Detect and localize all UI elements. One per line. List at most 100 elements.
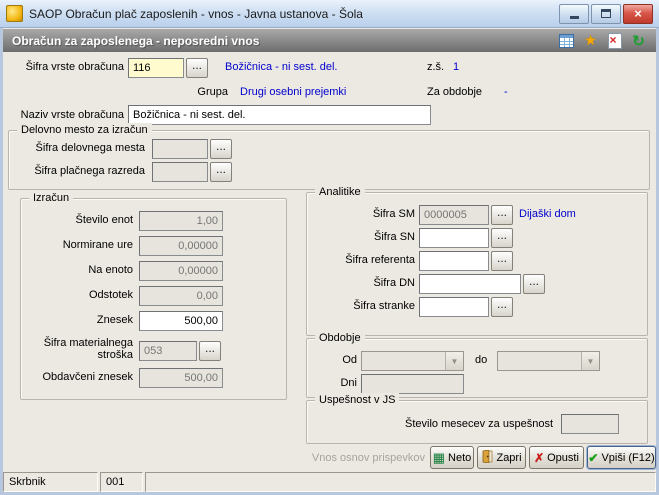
- window-frame-left: [0, 28, 3, 495]
- za-obdobje-value: -: [504, 86, 508, 98]
- statusbar-code: 001: [100, 472, 143, 492]
- izracun-group-title: Izračun: [29, 191, 74, 205]
- zapri-button[interactable]: Zapri: [477, 446, 526, 469]
- sifra-delovnega-mesta-input: [152, 139, 208, 159]
- sifra-stranke-label: Šifra stranke: [353, 300, 415, 312]
- uspesnost-groupbox: Uspešnost v JS Število mesecev za uspešn…: [306, 393, 648, 444]
- sifra-stranke-lookup-button[interactable]: ...: [491, 297, 513, 317]
- sifra-referenta-input[interactable]: [419, 251, 489, 271]
- delete-record-icon[interactable]: ×: [606, 32, 623, 49]
- sifra-materialnega-stroska-input: [139, 341, 197, 361]
- odstotek-label: Odstotek: [88, 289, 133, 301]
- window-title: SAOP Obračun plač zaposlenih - vnos - Ja…: [29, 6, 363, 21]
- sifra-materialnega-stroska-lookup-button[interactable]: ...: [199, 341, 221, 361]
- refresh-icon[interactable]: ↻: [630, 32, 647, 50]
- table-icon[interactable]: [558, 32, 575, 49]
- sifra-vrste-obracuna-input[interactable]: [128, 58, 184, 78]
- grupa-value: Drugi osebni prejemki: [240, 86, 347, 98]
- sifra-dn-label: Šifra DN: [373, 277, 415, 289]
- sifra-sm-label: Šifra SM: [372, 208, 415, 220]
- neto-grid-icon: ▦: [432, 450, 446, 465]
- znesek-label: Znesek: [96, 314, 133, 326]
- statusbar-user: Skrbnik: [3, 472, 98, 492]
- app-icon: [6, 5, 23, 22]
- odstotek-input: [139, 286, 223, 306]
- analitike-group-title: Analitike: [315, 185, 365, 199]
- sifra-sn-label: Šifra SN: [374, 231, 415, 243]
- zaporedna-stevilka-value: 1: [453, 61, 460, 73]
- window-controls: ×: [559, 3, 653, 24]
- stevilo-enot-label: Število enot: [75, 214, 133, 226]
- sifra-sm-description: Dijaški dom: [519, 208, 576, 220]
- na-enoto-input: [139, 261, 223, 281]
- form-title: Obračun za zaposlenega - neposredni vnos: [12, 33, 260, 48]
- obdavceni-znesek-label: Obdavčeni znesek: [42, 371, 134, 383]
- vpisi-button[interactable]: ✔ Vpiši (F12): [587, 446, 656, 469]
- obdobje-do-label: do: [475, 354, 488, 366]
- dropdown-arrow-icon: ▼: [445, 352, 463, 370]
- analitike-groupbox: Analitike Šifra SM ... Dijaški dom Šifra…: [306, 185, 648, 336]
- vnos-osnov-prispevkov-link: Vnos osnov prispevkov: [311, 452, 425, 464]
- obdobje-od-label: Od: [342, 354, 357, 366]
- sifra-dn-input[interactable]: [419, 274, 521, 294]
- sifra-sm-lookup-button[interactable]: ...: [491, 205, 513, 225]
- maximize-button[interactable]: [591, 3, 621, 24]
- delovno-mesto-groupbox: Delovno mesto za izračun Šifra delovnega…: [8, 123, 650, 190]
- cancel-x-icon: ✗: [534, 450, 545, 465]
- izracun-groupbox: Izračun Število enot Normirane ure Na en…: [20, 191, 287, 400]
- sifra-delovnega-mesta-lookup-button[interactable]: ...: [210, 139, 232, 159]
- zaporedna-stevilka-label: z.š.: [427, 61, 445, 73]
- sifra-dn-lookup-button[interactable]: ...: [523, 274, 545, 294]
- sifra-delovnega-mesta-label: Šifra delovnega mesta: [35, 142, 145, 154]
- neto-button[interactable]: ▦ Neto: [430, 446, 474, 469]
- title-bar: SAOP Obračun plač zaposlenih - vnos - Ja…: [0, 0, 659, 28]
- maximize-icon: [601, 9, 611, 18]
- sifra-stranke-input[interactable]: [419, 297, 489, 317]
- uspesnost-group-title: Uspešnost v JS: [315, 393, 400, 407]
- za-obdobje-label: Za obdobje: [427, 86, 483, 98]
- obdobje-group-title: Obdobje: [315, 331, 365, 345]
- sifra-placnega-razreda-lookup-button[interactable]: ...: [210, 162, 232, 182]
- header-toolbar: ★ × ↻: [558, 32, 647, 50]
- naziv-vrste-obracuna-input[interactable]: [128, 105, 431, 125]
- opusti-button[interactable]: ✗ Opusti: [529, 446, 584, 469]
- close-icon: ×: [634, 6, 642, 21]
- favorites-star-icon[interactable]: ★: [582, 32, 599, 49]
- stevilo-enot-input: [139, 211, 223, 231]
- sifra-placnega-razreda-input: [152, 162, 208, 182]
- sifra-vrste-lookup-button[interactable]: ...: [186, 58, 208, 78]
- stevilo-mesecev-input: [561, 414, 619, 434]
- sifra-referenta-label: Šifra referenta: [345, 254, 415, 266]
- sifra-sm-input: [419, 205, 489, 225]
- grupa-label: Grupa: [197, 86, 228, 98]
- sifra-materialnega-stroska-label: Šifra materialnega stroška: [43, 337, 133, 361]
- stevilo-mesecev-label: Število mesecev za uspešnost: [405, 418, 553, 430]
- minimize-icon: [569, 16, 579, 19]
- sifra-vrste-obracuna-label: Šifra vrste obračuna: [25, 61, 124, 73]
- na-enoto-label: Na enoto: [88, 264, 133, 276]
- znesek-input[interactable]: [139, 311, 223, 331]
- normirane-ure-input: [139, 236, 223, 256]
- delovno-mesto-group-title: Delovno mesto za izračun: [17, 123, 152, 137]
- obdobje-dni-input: [361, 374, 464, 394]
- obdobje-dni-label: Dni: [340, 377, 357, 389]
- normirane-ure-label: Normirane ure: [62, 239, 133, 251]
- sifra-referenta-lookup-button[interactable]: ...: [491, 251, 513, 271]
- obdobje-do-select: ▼: [497, 351, 600, 371]
- obdobje-od-select: ▼: [361, 351, 464, 371]
- naziv-vrste-obracuna-label: Naziv vrste obračuna: [20, 109, 124, 121]
- sifra-placnega-razreda-label: Šifra plačnega razreda: [34, 165, 145, 177]
- obdobje-groupbox: Obdobje Od ▼ do ▼ Dni: [306, 331, 648, 398]
- sifra-sn-lookup-button[interactable]: ...: [491, 228, 513, 248]
- sifra-vrste-description: Božičnica - ni sest. del.: [225, 61, 338, 73]
- obdavceni-znesek-input: [139, 368, 223, 388]
- statusbar-empty: [145, 472, 656, 492]
- check-icon: ✔: [588, 450, 599, 465]
- close-button[interactable]: ×: [623, 3, 653, 24]
- form-header: Obračun za zaposlenega - neposredni vnos…: [3, 29, 656, 52]
- app-window: SAOP Obračun plač zaposlenih - vnos - Ja…: [0, 0, 659, 495]
- sifra-sn-input[interactable]: [419, 228, 489, 248]
- minimize-button[interactable]: [559, 3, 589, 24]
- door-icon: [481, 449, 493, 465]
- dropdown-arrow-icon: ▼: [581, 352, 599, 370]
